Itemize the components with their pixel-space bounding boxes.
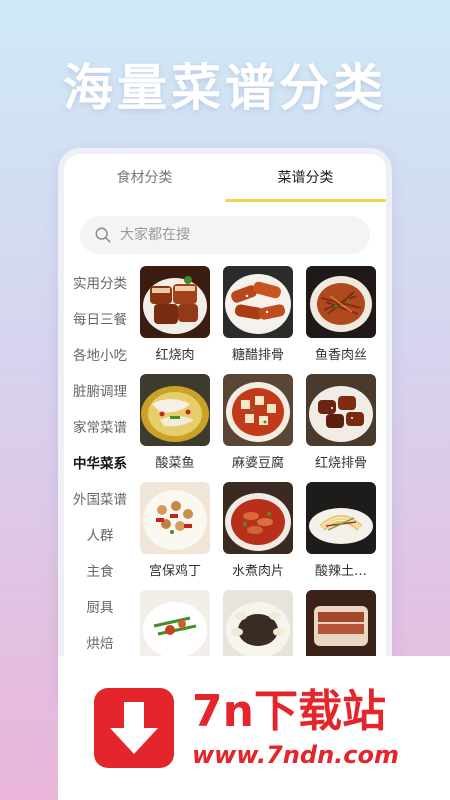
dish-card[interactable]: 红烧排骨 xyxy=(306,374,376,482)
hero-title: 海量菜谱分类 xyxy=(63,59,387,117)
dish-name: 麻婆豆腐 xyxy=(231,456,284,471)
sidebar-item-home-cooking[interactable]: 家常菜谱 xyxy=(64,410,136,446)
dish-card[interactable]: 鱼香肉丝 xyxy=(306,266,376,374)
sour-spicy-potato-image xyxy=(306,482,376,554)
dish-grid: 红烧肉 糖醋排骨 鱼香肉丝 酸菜鱼 麻婆豆腐 红烧排骨 宫保鸡丁 水煮肉片 酸辣… xyxy=(136,266,386,698)
dish-name: 宫保鸡丁 xyxy=(148,564,201,579)
search-bar[interactable] xyxy=(80,216,370,254)
dumpling-plate-image xyxy=(223,590,293,662)
braised-pork-image xyxy=(140,266,210,338)
watermark-brand: 7n下载站 xyxy=(192,686,386,737)
sweet-sour-ribs-image xyxy=(223,266,293,338)
dish-card[interactable]: 酸辣土… xyxy=(306,482,376,590)
dish-card[interactable]: 水煮肉片 xyxy=(223,482,293,590)
search-input[interactable] xyxy=(120,227,320,243)
dish-name: 红烧肉 xyxy=(155,348,195,363)
sidebar-item-chinese-cuisine[interactable]: 中华菜系 xyxy=(64,446,136,482)
sidebar-item-local-snacks[interactable]: 各地小吃 xyxy=(64,338,136,374)
sidebar-item-practical[interactable]: 实用分类 xyxy=(64,266,136,302)
sidebar-item-organ-care[interactable]: 脏腑调理 xyxy=(64,374,136,410)
tab-bar: 食材分类 菜谱分类 xyxy=(64,154,386,204)
fish-flavored-pork-image xyxy=(306,266,376,338)
dish-name: 糖醋排骨 xyxy=(231,348,284,363)
dish-name: 酸辣土… xyxy=(314,564,367,579)
sidebar-item-people[interactable]: 人群 xyxy=(64,518,136,554)
sidebar-item-kitchenware[interactable]: 厨具 xyxy=(64,590,136,626)
mapo-tofu-image xyxy=(223,374,293,446)
dish-card[interactable]: 糖醋排骨 xyxy=(223,266,293,374)
watermark-banner: 7n下载站 www.7ndn.com xyxy=(58,656,450,800)
watermark-text: 7n下载站 www.7ndn.com xyxy=(192,686,399,770)
dish-name: 鱼香肉丝 xyxy=(314,348,367,363)
dish-card[interactable]: 宫保鸡丁 xyxy=(140,482,210,590)
tab-ingredient-category[interactable]: 食材分类 xyxy=(64,154,225,204)
boiled-pork-image xyxy=(223,482,293,554)
stir-fry-image xyxy=(140,590,210,662)
phone-frame: 食材分类 菜谱分类 实用分类 每日三餐 各地小吃 脏腑调理 家常菜谱 中华菜系 … xyxy=(58,148,392,708)
category-sidebar: 实用分类 每日三餐 各地小吃 脏腑调理 家常菜谱 中华菜系 外国菜谱 人群 主食… xyxy=(64,266,136,698)
main-content: 实用分类 每日三餐 各地小吃 脏腑调理 家常菜谱 中华菜系 外国菜谱 人群 主食… xyxy=(64,266,386,698)
dish-name: 水煮肉片 xyxy=(231,564,284,579)
sidebar-item-daily-meals[interactable]: 每日三餐 xyxy=(64,302,136,338)
sidebar-item-staple-food[interactable]: 主食 xyxy=(64,554,136,590)
dish-name: 红烧排骨 xyxy=(314,456,367,471)
download-arrow-icon xyxy=(94,688,174,768)
dish-name: 酸菜鱼 xyxy=(155,456,195,471)
tab-recipe-category[interactable]: 菜谱分类 xyxy=(225,154,386,204)
sliced-meat-image xyxy=(306,590,376,662)
dish-card[interactable]: 麻婆豆腐 xyxy=(223,374,293,482)
sidebar-item-foreign-recipes[interactable]: 外国菜谱 xyxy=(64,482,136,518)
kung-pao-chicken-image xyxy=(140,482,210,554)
search-icon xyxy=(95,227,111,243)
pickled-fish-image xyxy=(140,374,210,446)
dish-card[interactable]: 红烧肉 xyxy=(140,266,210,374)
braised-ribs-image xyxy=(306,374,376,446)
dish-card[interactable]: 酸菜鱼 xyxy=(140,374,210,482)
watermark-url: www.7ndn.com xyxy=(192,741,399,769)
